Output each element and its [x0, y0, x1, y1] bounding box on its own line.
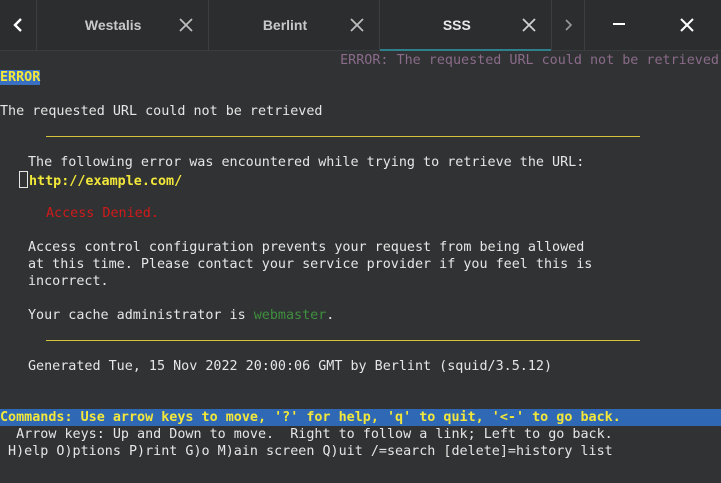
tab-label: Westalis	[84, 17, 142, 33]
terminal-content: ERROR: The requested URL could not be re…	[0, 51, 721, 483]
tab-close-button[interactable]	[513, 18, 545, 32]
close-icon	[350, 18, 365, 32]
key-menu: H)elp O)ptions P)rint G)o M)ain screen Q…	[0, 444, 613, 459]
tab-scroll-right-button[interactable]	[552, 0, 586, 50]
access-denied-text: Access Denied.	[46, 206, 159, 221]
generated-footer: Generated Tue, 15 Nov 2022 20:00:06 GMT …	[28, 359, 553, 374]
arrow-keys-help: Arrow keys: Up and Down to move. Right t…	[0, 427, 613, 442]
chevron-right-icon	[565, 19, 573, 31]
admin-line: Your cache administrator is webmaster.	[28, 307, 334, 324]
divider	[46, 340, 640, 341]
chevron-left-icon	[13, 18, 22, 32]
tab-label: SSS	[442, 17, 471, 33]
minimize-icon	[613, 23, 626, 25]
admin-suffix: .	[326, 308, 335, 323]
tab-close-button[interactable]	[170, 18, 202, 32]
close-icon	[522, 18, 536, 32]
description-line-2: at this time. Please contact your servic…	[28, 257, 593, 272]
error-tag-line: ERROR	[0, 69, 41, 86]
close-icon	[680, 18, 694, 32]
divider	[46, 136, 640, 137]
url-link[interactable]: http://example.com/	[29, 174, 182, 189]
url-line: http://example.com/	[19, 171, 182, 190]
terminal-window: Westalis Berlint SSS ERROR: The requeste…	[0, 0, 721, 483]
tab-label: Berlint	[262, 17, 308, 33]
tab-bar: Westalis Berlint SSS	[0, 0, 721, 51]
commands-status-bar: Commands: Use arrow keys to move, '?' fo…	[0, 409, 721, 426]
intro-text: The following error was encountered whil…	[28, 155, 585, 170]
page-title-right: ERROR: The requested URL could not be re…	[340, 53, 719, 68]
window-close-button[interactable]	[653, 0, 721, 50]
tab-westalis[interactable]: Westalis	[37, 0, 209, 50]
description-line-1: Access control configuration prevents yo…	[28, 240, 585, 255]
webmaster-link[interactable]: webmaster	[254, 308, 327, 323]
admin-prefix: Your cache administrator is	[28, 308, 254, 323]
window-controls	[585, 0, 721, 50]
tab-close-button[interactable]	[341, 18, 373, 32]
page-heading: The requested URL could not be retrieved	[0, 104, 323, 119]
text-cursor	[19, 171, 28, 188]
error-tag: ERROR	[0, 70, 41, 85]
tab-scroll-left-button[interactable]	[0, 0, 37, 50]
close-icon	[178, 18, 193, 32]
description-line-3: incorrect.	[28, 274, 109, 289]
minimize-button[interactable]	[585, 0, 653, 50]
tab-berlint[interactable]: Berlint	[209, 0, 381, 50]
tab-sss[interactable]: SSS	[380, 0, 553, 51]
